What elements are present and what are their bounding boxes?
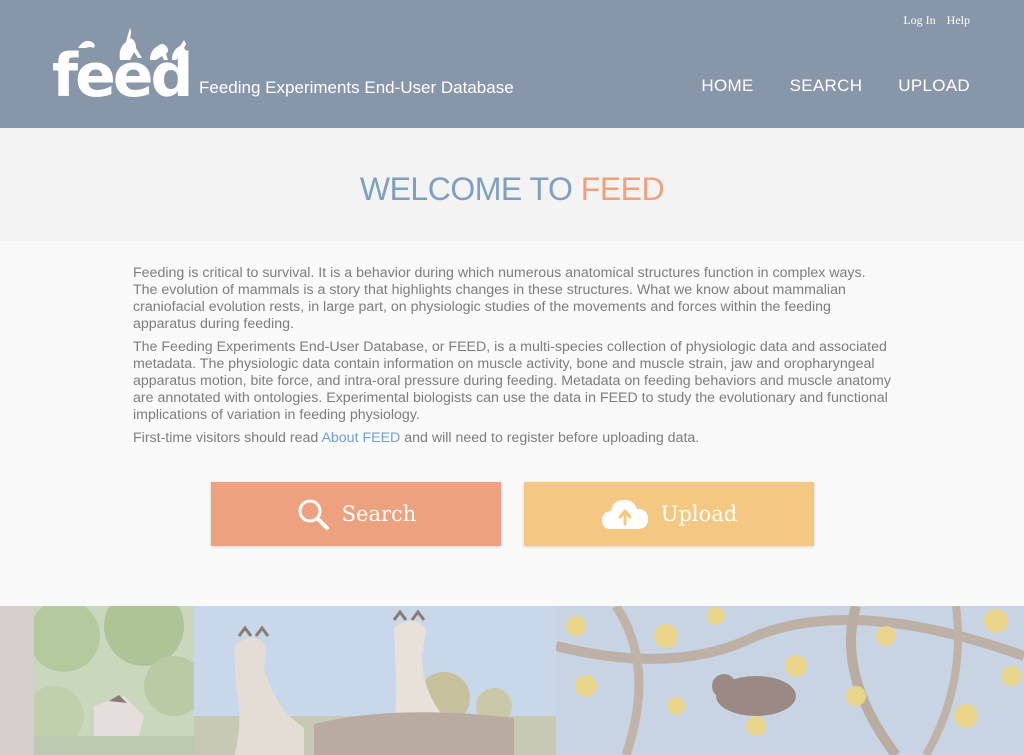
monkey-photo (556, 606, 1024, 755)
animal-photo-strip (0, 606, 1024, 755)
photo-edge (0, 606, 34, 755)
intro-p3-after: and will need to register before uploadi… (400, 430, 700, 446)
about-feed-link[interactable]: About FEED (321, 430, 400, 446)
intro-p3-before: First-time visitors should read (133, 430, 322, 446)
nav-search[interactable]: SEARCH (790, 76, 863, 96)
welcome-feed-text: FEED (580, 171, 665, 207)
login-link[interactable]: Log In (903, 13, 935, 27)
logo-text: feed (52, 41, 193, 111)
main-nav: HOME SEARCH UPLOAD (701, 76, 970, 96)
upload-button[interactable]: Upload (524, 482, 814, 546)
account-links: Log In Help (895, 13, 970, 28)
upload-button-label: Upload (660, 502, 738, 526)
intro-paragraph-1: Feeding is critical to survival. It is a… (133, 265, 866, 332)
nav-upload[interactable]: UPLOAD (898, 76, 970, 96)
search-button-label: Search (341, 502, 417, 526)
site-header: feed Feeding Experiments End-User Databa… (0, 0, 1024, 128)
page-title: WELCOME TO FEED (0, 170, 1024, 208)
cloud-upload-icon (601, 500, 648, 529)
alpaca-photo (194, 606, 556, 755)
search-button[interactable]: Search (211, 482, 501, 546)
intro-paragraph-2: The Feeding Experiments End-User Databas… (133, 339, 891, 423)
welcome-text: WELCOME TO (359, 171, 581, 207)
site-tagline: Feeding Experiments End-User Database (199, 78, 514, 97)
feed-logo[interactable]: feed (52, 26, 193, 106)
intro-text: Feeding is critical to survival. It is a… (133, 265, 893, 453)
intro-paragraph-3: First-time visitors should read About FE… (133, 430, 893, 447)
magnifier-icon (298, 499, 329, 530)
help-link[interactable]: Help (947, 13, 970, 27)
nav-home[interactable]: HOME (701, 76, 753, 96)
goat-photo (34, 606, 194, 755)
